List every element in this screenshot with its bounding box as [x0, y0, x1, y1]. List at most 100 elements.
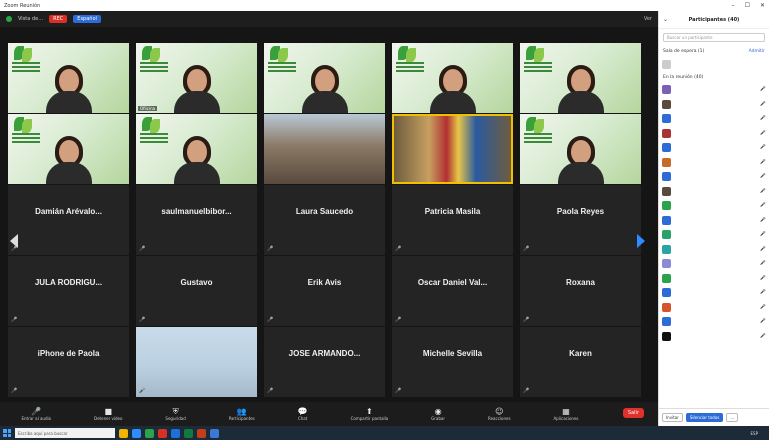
name-tile[interactable]: Oscar Daniel Val... 🎤 — [392, 256, 513, 326]
muted-mic-icon: 🎤 — [760, 232, 766, 238]
name-tile[interactable]: Michelle Sevilla 🎤 — [392, 327, 513, 397]
event-logo-icon — [12, 46, 42, 78]
participant-row[interactable]: 🎤 — [659, 170, 769, 185]
video-tile[interactable] — [520, 114, 641, 184]
prev-page-arrow-icon[interactable] — [10, 234, 18, 248]
participant-row[interactable]: 🎤 — [659, 242, 769, 257]
name-tile[interactable]: 🎤 — [136, 327, 257, 397]
tile-footer: 🎤 — [267, 246, 275, 252]
participant-row[interactable]: 🎤 — [659, 83, 769, 98]
chrome-icon[interactable] — [145, 428, 154, 438]
video-tile[interactable] — [520, 43, 641, 113]
participant-row[interactable]: 🎤 — [659, 315, 769, 330]
participant-row[interactable]: 🎤 — [659, 199, 769, 214]
video-tile[interactable] — [392, 43, 513, 113]
maximize-button[interactable]: ☐ — [745, 2, 750, 9]
participant-row[interactable]: 🎤 — [659, 228, 769, 243]
language-button[interactable]: Español — [73, 15, 101, 23]
app-title: Zoom Reunión — [4, 2, 41, 9]
video-tile[interactable] — [264, 43, 385, 113]
collapse-chevron-icon[interactable]: ⌄ — [663, 16, 668, 23]
video-tile[interactable] — [264, 114, 385, 184]
close-button[interactable]: ✕ — [760, 2, 765, 9]
tray-language[interactable]: ESP — [751, 431, 758, 436]
name-tile[interactable]: JOSE ARMANDO... 🎤 — [264, 327, 385, 397]
control-apps-button[interactable]: ▦ Aplicaciones — [554, 402, 579, 426]
participant-row[interactable]: 🎤 — [659, 257, 769, 272]
pdf-app-icon[interactable] — [158, 428, 167, 438]
control-reaction-button[interactable]: ☺ Reacciones — [488, 402, 511, 426]
participant-row[interactable]: 🎤 — [659, 155, 769, 170]
participant-video — [300, 65, 350, 113]
powerpoint-icon[interactable] — [197, 428, 206, 438]
admit-all-button[interactable]: Admitir — [749, 49, 765, 54]
control-shield-button[interactable]: ⛨ Seguridad — [165, 402, 185, 426]
name-tile[interactable]: saulmanuelbibor... 🎤 — [136, 185, 257, 255]
video-tile[interactable] — [8, 114, 129, 184]
participant-row[interactable]: 🎤 — [659, 286, 769, 301]
participant-row[interactable]: 🎤 — [659, 97, 769, 112]
minimize-button[interactable]: – — [732, 2, 735, 9]
participant-row[interactable]: 🎤 — [659, 271, 769, 286]
participant-row[interactable]: 🎤 — [659, 112, 769, 127]
encryption-icon[interactable] — [6, 16, 12, 22]
video-icon: ■ — [104, 407, 112, 416]
zoom-app-icon[interactable] — [132, 428, 141, 438]
avatar — [662, 59, 671, 69]
control-label: Seguridad — [165, 416, 186, 421]
name-tile[interactable]: Laura Saucedo 🎤 — [264, 185, 385, 255]
participant-search-input[interactable]: Buscar un participante — [663, 33, 765, 42]
video-tile[interactable] — [8, 43, 129, 113]
muted-mic-icon: 🎤 — [139, 317, 146, 323]
mute-all-button[interactable]: Silenciar todos — [685, 413, 724, 422]
participant-video — [172, 65, 222, 113]
participant-row[interactable]: 🎤 — [659, 329, 769, 344]
waiting-participant[interactable] — [659, 57, 769, 72]
name-tile[interactable]: Gustavo 🎤 — [136, 256, 257, 326]
name-tile[interactable]: Roxana 🎤 — [520, 256, 641, 326]
view-button[interactable]: Ver — [644, 16, 652, 22]
control-chat-button[interactable]: 💬 Chat — [298, 402, 308, 426]
invite-button[interactable]: Invitar — [662, 413, 683, 422]
control-people-button[interactable]: 👥 Participantes — [229, 402, 255, 426]
participant-row[interactable]: 🎤 — [659, 213, 769, 228]
video-tile[interactable]: Ofiicina — [136, 43, 257, 113]
control-mic-button[interactable]: 🎤 Entrar al audio — [21, 402, 51, 426]
muted-mic-icon: 🎤 — [523, 246, 530, 252]
control-record-button[interactable]: ◉ Grabar — [431, 402, 445, 426]
video-tile[interactable] — [392, 114, 513, 184]
panel-header: ⌄ Participantes (40) — [659, 11, 769, 29]
participant-row[interactable]: 🎤 — [659, 126, 769, 141]
participant-row[interactable]: 🎤 — [659, 184, 769, 199]
name-tile[interactable]: Damián Arévalo... 🎤 — [8, 185, 129, 255]
next-page-arrow-icon[interactable] — [637, 234, 645, 248]
mail-icon[interactable] — [210, 428, 219, 438]
file-explorer-icon[interactable] — [119, 428, 128, 438]
leave-button[interactable]: Salir — [622, 408, 644, 418]
word-icon[interactable] — [171, 428, 180, 438]
meeting-info[interactable]: Vista de… — [18, 16, 43, 22]
taskbar-search-input[interactable]: Escriba aquí para buscar — [15, 428, 115, 438]
avatar — [662, 157, 671, 167]
name-tile[interactable]: Erik Avis 🎤 — [264, 256, 385, 326]
tile-footer: 🎤 — [139, 388, 147, 394]
more-options-button[interactable]: ... — [726, 413, 739, 422]
control-label: Compartir pantalla — [350, 416, 389, 421]
video-tile[interactable] — [136, 114, 257, 184]
name-tile[interactable]: iPhone de Paola 🎤 — [8, 327, 129, 397]
name-tile[interactable]: Karen 🎤 — [520, 327, 641, 397]
avatar — [662, 85, 671, 95]
participant-row[interactable]: 🎤 — [659, 300, 769, 315]
avatar — [662, 259, 671, 269]
recording-badge[interactable]: REC — [49, 15, 68, 23]
name-tile[interactable]: Patricia Masila 🎤 — [392, 185, 513, 255]
muted-mic-icon: 🎤 — [760, 87, 766, 93]
control-video-button[interactable]: ■ Detener video — [94, 402, 122, 426]
name-tile[interactable]: JULA RODRIGU... 🎤 — [8, 256, 129, 326]
name-tile[interactable]: Paola Reyes 🎤 — [520, 185, 641, 255]
excel-icon[interactable] — [184, 428, 193, 438]
windows-start-icon[interactable] — [3, 429, 11, 437]
panel-footer: Invitar Silenciar todos ... — [659, 408, 769, 426]
control-share-button[interactable]: ⬆ Compartir pantalla — [351, 402, 389, 426]
participant-row[interactable]: 🎤 — [659, 141, 769, 156]
